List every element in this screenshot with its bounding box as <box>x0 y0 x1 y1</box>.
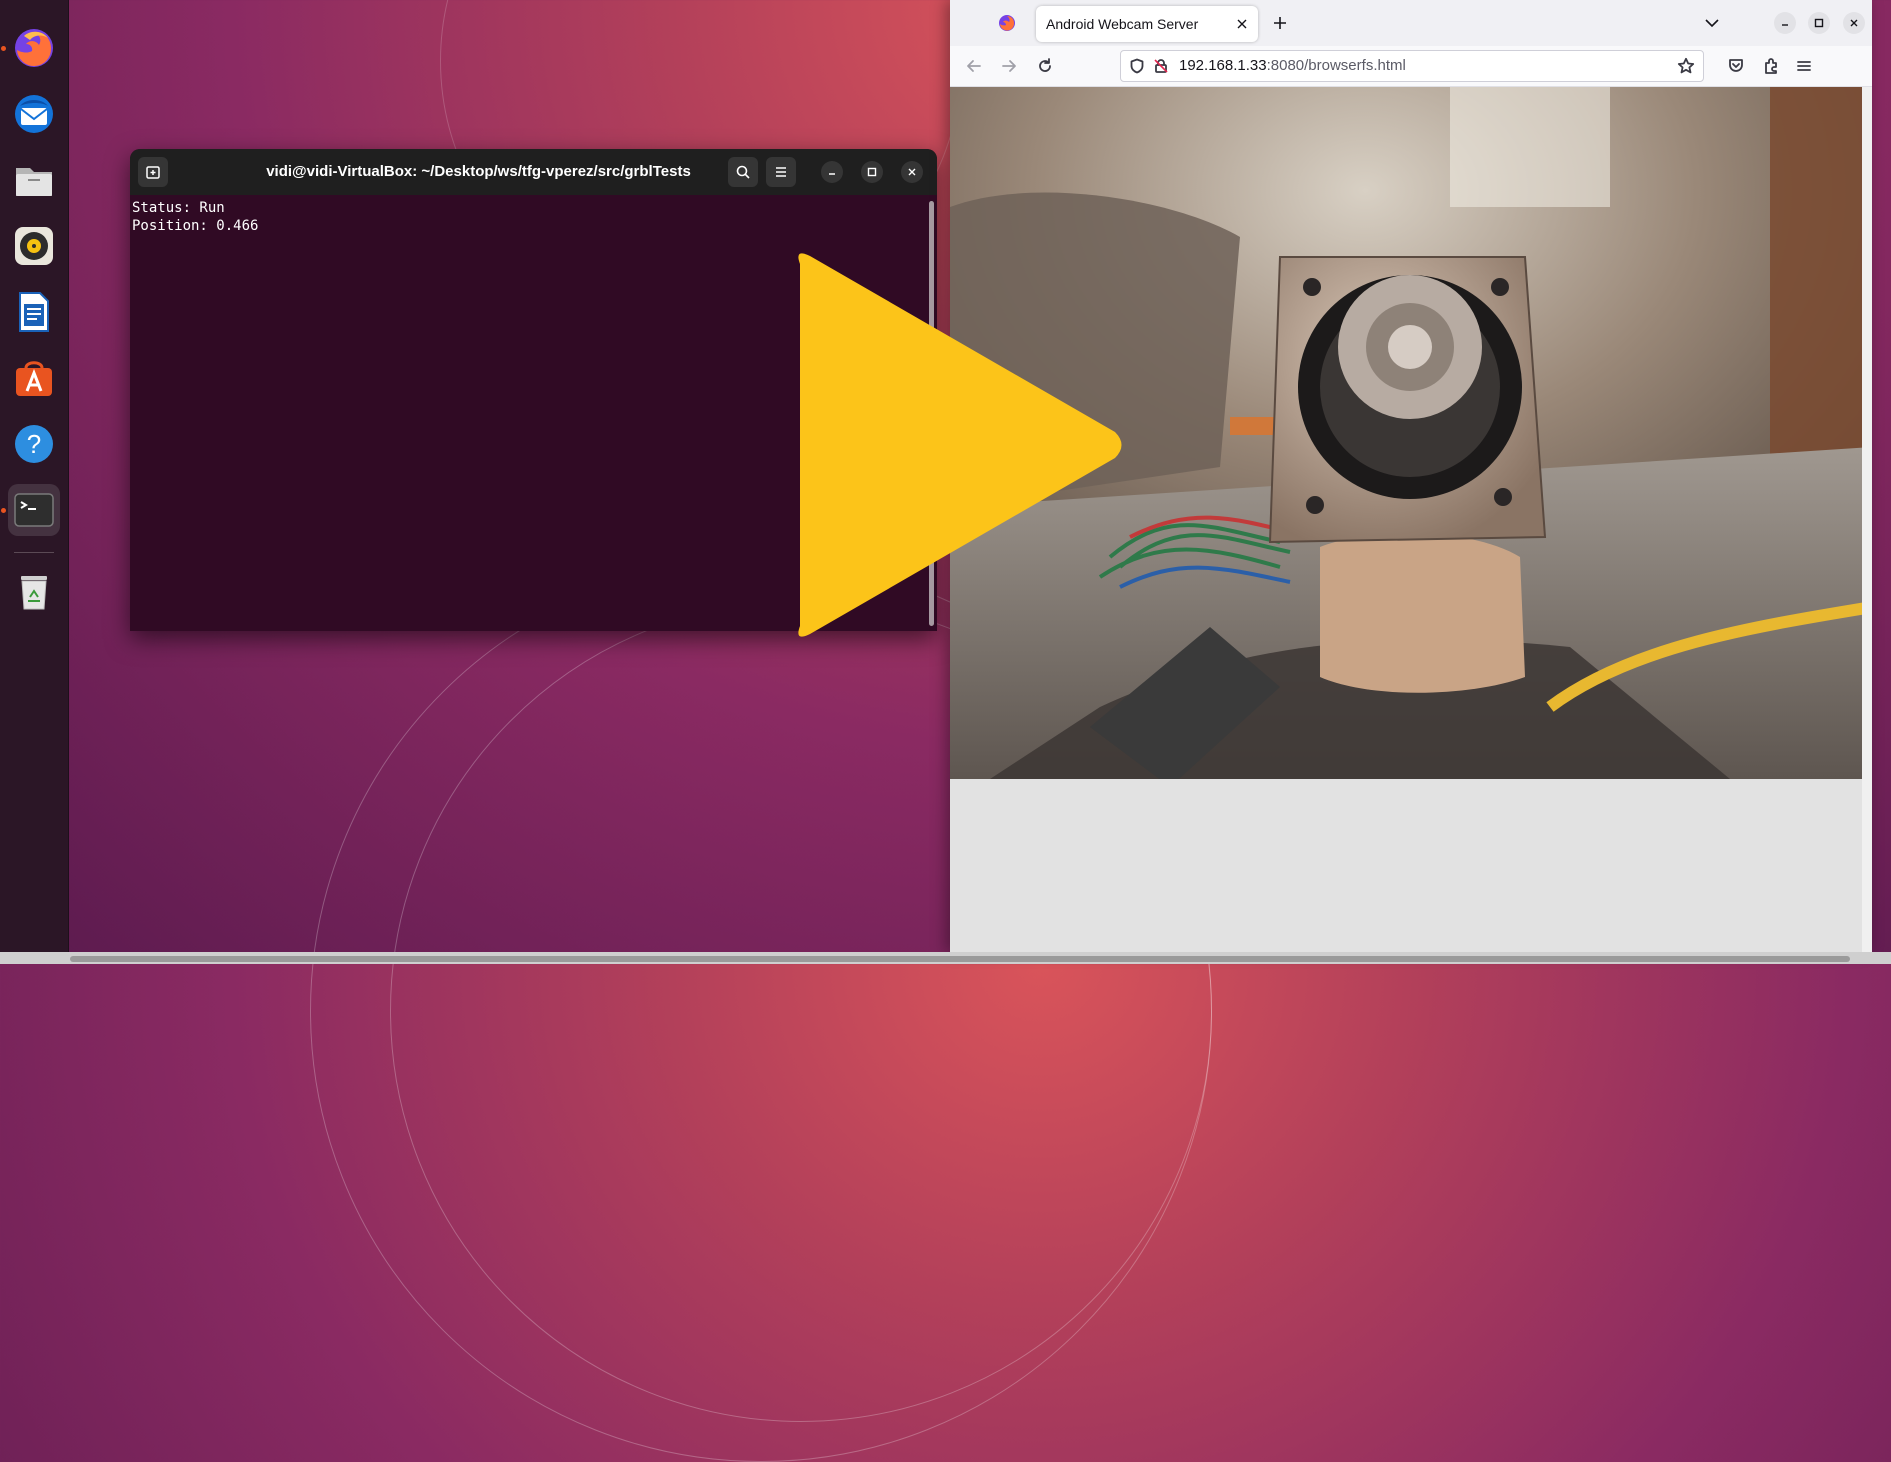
url-bar[interactable]: 192.168.1.33:8080/browserfs.html <box>1120 50 1704 82</box>
help-icon: ? <box>15 425 53 463</box>
url-host: 192.168.1.33 <box>1179 57 1267 74</box>
forward-button[interactable] <box>997 54 1021 78</box>
new-tab-icon <box>146 166 160 179</box>
browser-minimize-button[interactable] <box>1774 12 1796 34</box>
dock-separator <box>14 552 54 553</box>
new-tab-plus-icon[interactable] <box>1272 15 1288 31</box>
running-indicator <box>1 46 6 51</box>
pocket-button[interactable] <box>1724 54 1748 78</box>
reload-icon <box>1039 58 1051 72</box>
dock-rhythmbox[interactable] <box>8 220 60 272</box>
thunderbird-icon <box>15 95 53 133</box>
close-button[interactable] <box>901 161 923 183</box>
back-button[interactable] <box>962 54 986 78</box>
maximize-icon <box>1814 18 1824 28</box>
terminal-line: Position: 0.466 <box>132 218 259 234</box>
minimize-button[interactable] <box>821 161 843 183</box>
insecure-lock-icon[interactable] <box>1153 58 1169 74</box>
terminal-headerbar[interactable]: vidi@vidi-VirtualBox: ~/Desktop/ws/tfg-v… <box>130 149 937 195</box>
bookmark-star-icon[interactable] <box>1677 57 1695 75</box>
browser-maximize-button[interactable] <box>1808 12 1830 34</box>
pocket-icon <box>1729 59 1743 72</box>
firefox-icon <box>15 29 53 67</box>
terminal-title: vidi@vidi-VirtualBox: ~/Desktop/ws/tfg-v… <box>266 163 691 180</box>
dock-libreoffice-writer[interactable] <box>8 286 60 338</box>
reload-button[interactable] <box>1033 54 1057 78</box>
shield-icon[interactable] <box>1129 58 1145 74</box>
video-progress-bar[interactable] <box>70 956 1850 962</box>
search-icon <box>736 165 750 179</box>
play-button-icon[interactable] <box>790 244 1130 646</box>
svg-text:?: ? <box>27 429 41 459</box>
rhythmbox-icon <box>15 227 53 265</box>
tab-android-webcam-server[interactable]: Android Webcam Server <box>1036 6 1258 42</box>
minimize-icon <box>829 173 835 175</box>
list-tabs-chevron-down-icon[interactable] <box>1704 16 1720 30</box>
url-path: :8080/browserfs.html <box>1266 57 1406 74</box>
dock-trash[interactable] <box>8 566 60 618</box>
firefox-view-icon[interactable] <box>998 14 1016 32</box>
dock-terminal[interactable] <box>8 484 60 536</box>
page-scrollbar[interactable] <box>1862 87 1872 952</box>
dock-help[interactable]: ? <box>8 418 60 470</box>
minimize-icon <box>1782 24 1788 26</box>
dock-files[interactable] <box>8 154 60 206</box>
browser-close-button[interactable] <box>1843 12 1865 34</box>
libreoffice-writer-icon <box>19 292 49 332</box>
dock-app-center[interactable] <box>8 352 60 404</box>
terminal-line: Status: Run <box>132 200 225 216</box>
extensions-button[interactable] <box>1759 54 1783 78</box>
dock: ? <box>0 0 69 964</box>
dock-thunderbird[interactable] <box>8 88 60 140</box>
app-menu-button[interactable] <box>1792 54 1816 78</box>
menu-icon <box>1797 61 1811 71</box>
hamburger-menu-icon <box>776 167 786 177</box>
trash-icon <box>21 576 47 610</box>
close-icon <box>1850 19 1858 27</box>
tab-close-icon[interactable] <box>1236 18 1248 30</box>
app-center-icon <box>16 361 52 396</box>
tab-bar: Android Webcam Server <box>950 0 1872 46</box>
navigation-toolbar: 192.168.1.33:8080/browserfs.html <box>950 46 1872 87</box>
terminal-icon <box>14 493 54 527</box>
running-indicator <box>1 508 6 513</box>
maximize-button[interactable] <box>861 161 883 183</box>
new-tab-button[interactable] <box>138 157 168 187</box>
files-icon <box>16 168 52 196</box>
dock-firefox[interactable] <box>8 22 60 74</box>
forward-icon <box>1002 60 1016 72</box>
close-icon <box>908 168 916 176</box>
extensions-icon <box>1765 58 1777 74</box>
search-button[interactable] <box>728 157 758 187</box>
maximize-icon <box>867 167 877 177</box>
terminal-menu-button[interactable] <box>766 157 796 187</box>
tab-title: Android Webcam Server <box>1046 16 1199 32</box>
url-text[interactable]: 192.168.1.33:8080/browserfs.html <box>1179 51 1406 81</box>
back-icon <box>967 60 981 72</box>
